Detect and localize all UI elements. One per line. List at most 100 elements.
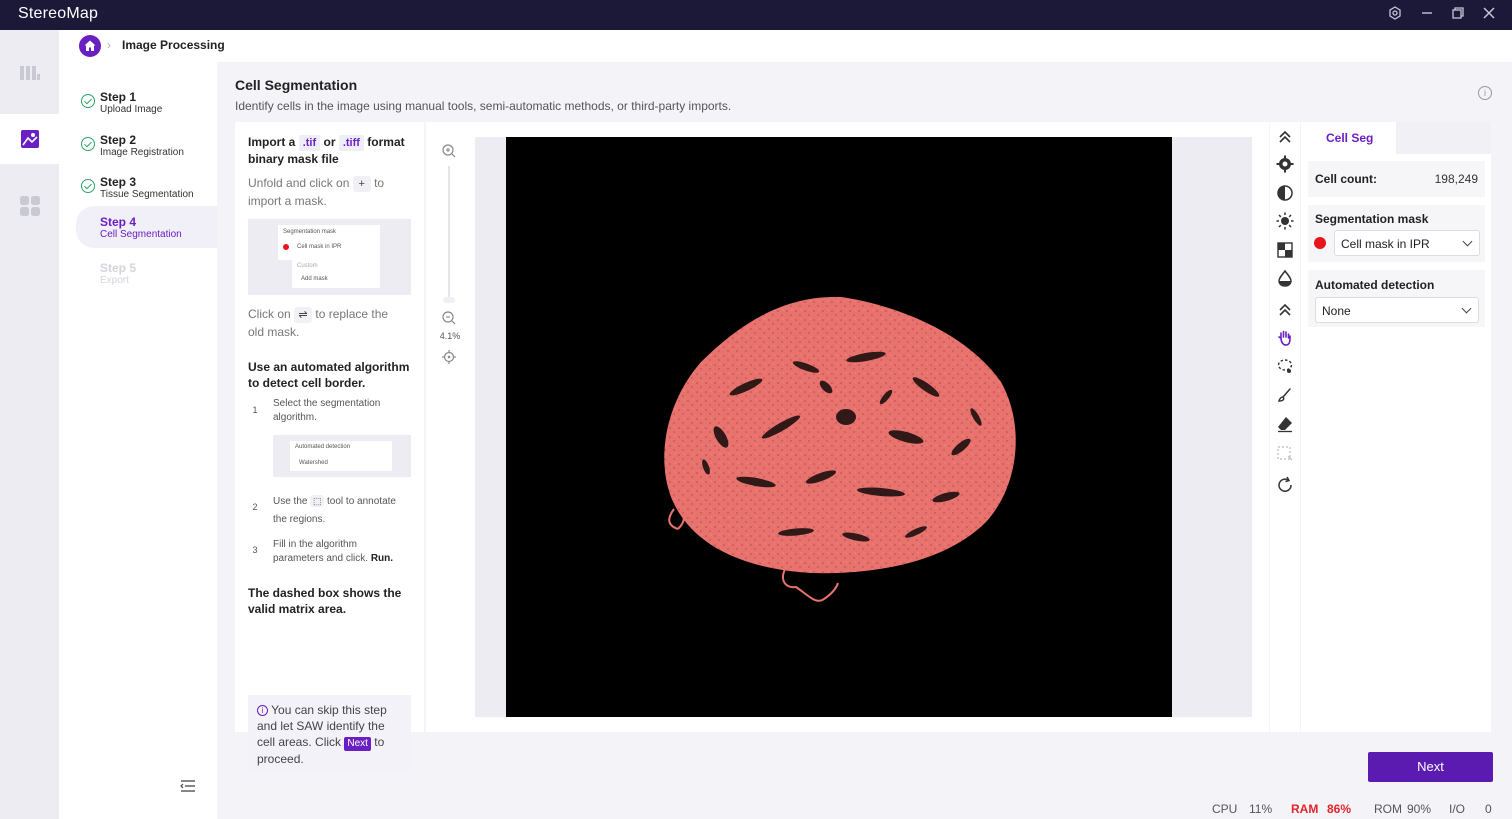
check-circle-icon [81,94,95,108]
segmentation-mask-select[interactable]: Cell mask in IPR [1334,230,1480,256]
step-title: Step 1 [100,90,137,104]
recenter-icon[interactable] [442,350,456,364]
tool-bar [1270,122,1300,732]
expand-up-icon[interactable] [1276,301,1294,319]
brush-icon[interactable] [1276,386,1294,404]
swap-icon: ⇌ [294,306,313,323]
segmentation-mask-section: Segmentation mask Cell mask in IPR [1308,205,1485,262]
ram-value: 86% [1327,802,1352,816]
mask-thumbnail: Segmentation mask Cell mask in IPR Custo… [248,219,411,295]
chevron-down-icon [1461,303,1472,314]
grid-apps-icon [20,196,40,216]
algorithm-thumbnail: Automated detection Watershed [273,435,411,477]
step-subtitle: Tissue Segmentation [100,189,194,200]
collapse-up-icon[interactable] [1276,128,1294,146]
instruction-2: Use the ⬚ tool to annotate the regions. [273,495,396,525]
check-circle-icon [81,179,95,193]
step-item-3[interactable]: Step 3 Tissue Segmentation [76,167,217,209]
reset-icon[interactable] [1276,476,1294,494]
io-value: 0 [1485,802,1492,816]
zoom-slider-track[interactable] [448,166,450,300]
cell-count-value: 198,249 [1434,172,1478,186]
zoom-level: 4.1% [439,331,461,341]
skip-tip: i You can skip this step and let SAW ide… [248,695,411,773]
automated-detection-section: Automated detection None [1308,270,1485,327]
box-select-icon [1277,446,1293,461]
checkerboard-icon[interactable] [1276,241,1294,259]
image-processing-icon [21,130,39,148]
next-button[interactable]: Next [1368,752,1493,782]
close-icon[interactable] [1479,5,1499,25]
box-select-icon: ⬚ [310,495,325,508]
step-title: Step 4 [100,215,137,229]
pan-hand-icon[interactable] [1276,329,1294,347]
home-button[interactable] [79,35,101,57]
guide-panel: Import a .tif or .tiff format binary mas… [235,122,424,773]
settings-icon[interactable] [1385,5,1405,25]
step-list: Step 1 Upload Image Step 2 Image Registr… [59,62,217,819]
rail-item-apps[interactable] [0,181,59,231]
dashed-box-note: The dashed box shows the valid matrix are… [248,586,402,616]
unfold-instruction: Unfold and click on + to import a mask. [248,175,385,208]
zoom-out-icon[interactable] [441,310,457,326]
brightness-icon[interactable] [1276,212,1294,230]
plus-icon: + [352,175,371,192]
minimize-icon[interactable] [1417,5,1437,25]
breadcrumb: › Image Processing [59,30,1512,62]
zoom-slider-handle[interactable] [443,297,455,303]
status-bar: CPU 11% RAM 86% ROM 90% I/O 0 [217,798,1512,819]
layers-settings-icon[interactable] [1276,155,1294,173]
check-circle-icon [81,137,95,151]
home-icon [84,40,96,51]
rail-item-atlas[interactable] [0,48,59,98]
step-item-1[interactable]: Step 1 Upload Image [76,82,217,124]
eraser-icon[interactable] [1276,415,1294,433]
restore-icon[interactable] [1448,5,1468,25]
step-subtitle: Export [100,275,129,286]
left-rail [0,30,59,819]
instruction-1: Select the segmentation algorithm. [273,398,381,423]
step-item-2[interactable]: Step 2 Image Registration [76,125,217,167]
automated-detection-select[interactable]: None [1315,297,1479,323]
cell-count-section: Cell count: 198,249 [1308,161,1485,197]
ram-label: RAM [1291,802,1319,816]
page-title: Cell Segmentation [235,77,358,93]
io-label: I/O [1449,802,1466,816]
image-viewer[interactable] [474,122,1269,732]
title-bar: StereoMap [0,0,1512,30]
tissue-image[interactable] [506,137,1172,717]
rail-item-image-processing[interactable] [0,114,59,164]
tissue-section-image [664,296,1016,602]
lasso-select-icon[interactable] [1276,357,1294,375]
collapse-menu-icon[interactable] [180,779,196,793]
automated-detection-label: Automated detection [1315,278,1435,292]
page-description: Identify cells in the image using manual… [235,99,732,113]
panel-tabs: Cell Seg [1301,122,1491,154]
zoom-panel: 4.1% [426,122,474,732]
main-content: Cell Segmentation Identify cells in the … [217,62,1512,795]
info-icon[interactable]: i [1478,86,1492,100]
auto-heading: Use an automated algorithm to detect cell… [248,360,410,390]
import-heading: Import a .tif or .tiff format binary mas… [248,135,405,166]
cpu-value: 11% [1249,802,1273,816]
step-subtitle: Upload Image [100,104,163,115]
opacity-drop-icon[interactable] [1276,269,1294,287]
zoom-in-icon[interactable] [441,143,457,159]
step-number: 1 [252,405,258,415]
cell-count-label: Cell count: [1315,172,1377,186]
instruction-3: Fill in the algorithm parameters and cli… [273,539,394,564]
mask-color-dot[interactable] [1314,237,1326,249]
app-title: StereoMap [18,5,99,22]
chevron-down-icon [1462,236,1473,247]
map-icon [20,66,40,80]
chevron-right-icon: › [107,38,111,52]
step-item-4[interactable]: Step 4 Cell Segmentation [76,206,217,248]
step-subtitle: Cell Segmentation [100,229,182,240]
image-canvas[interactable] [475,137,1252,717]
step-number: 3 [252,545,258,555]
tab-cell-seg[interactable]: Cell Seg [1301,122,1396,154]
step-title: Step 3 [100,175,137,189]
step-subtitle: Image Registration [100,147,184,158]
contrast-icon[interactable] [1276,184,1294,202]
step-title: Step 5 [100,261,137,275]
